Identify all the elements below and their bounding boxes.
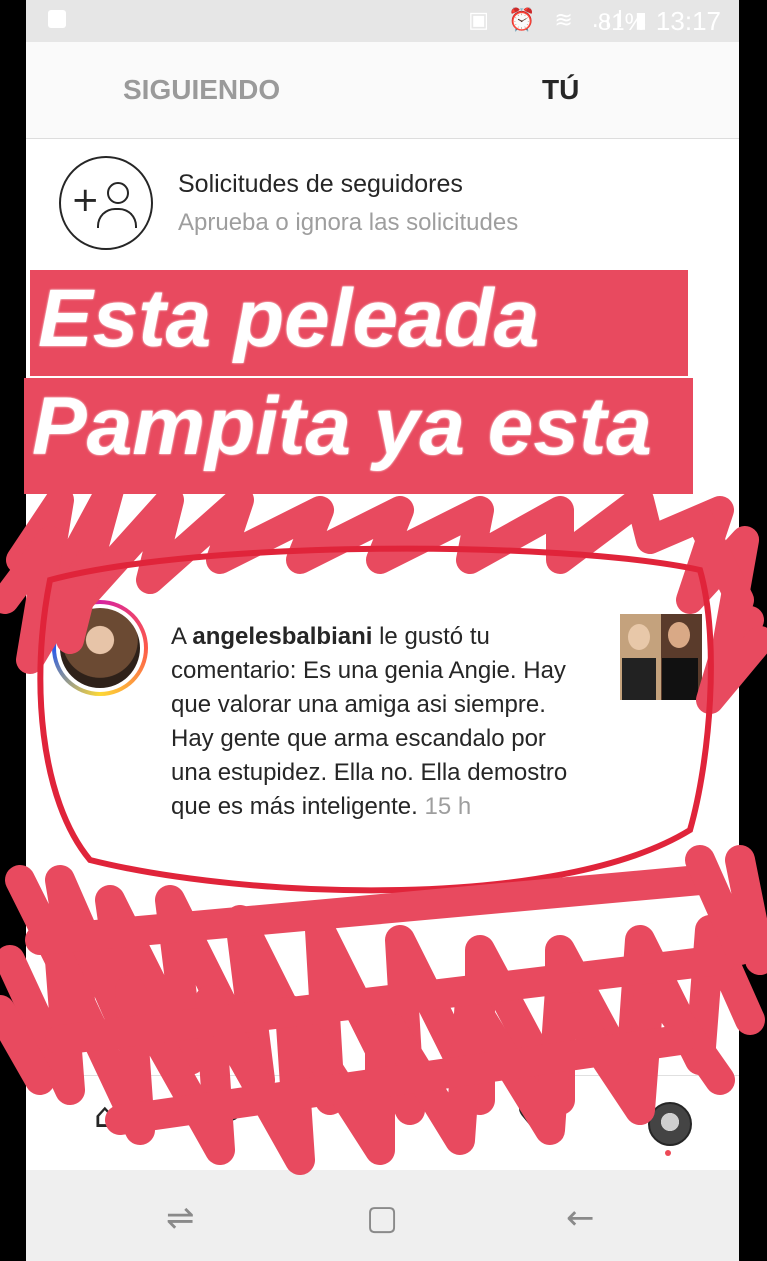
notification-prefix: A <box>171 623 186 650</box>
notification-username[interactable]: angelesbalbiani <box>192 623 372 650</box>
instagram-activity-screen: ▣ ⏰ ≋ .ıl ▮ 81% 13:17 SIGUIENDO TÚ + Soli… <box>26 0 739 1261</box>
follow-requests-subtitle: Aprueba o ignora las solicitudes <box>178 209 519 236</box>
status-bar: ▣ ⏰ ≋ .ıl ▮ 81% 13:17 <box>26 0 739 42</box>
recent-apps-icon[interactable]: ⇌ <box>166 1198 195 1238</box>
thumbnail-figure-2 <box>662 658 698 700</box>
thumbnail-face-1 <box>628 624 650 650</box>
notification-time: 15 h <box>424 793 472 820</box>
notification-message: le gustó tu comentario: Es una genia Ang… <box>171 623 568 820</box>
plus-glyph: + <box>71 180 100 220</box>
post-thumbnail[interactable] <box>620 614 702 700</box>
activity-tabs: SIGUIENDO TÚ <box>26 42 739 179</box>
like-notification[interactable]: A angelesbalbiani le gustó tu comentario… <box>26 590 739 850</box>
search-icon[interactable]: ⚲ <box>218 1096 243 1136</box>
thumbnail-face-2 <box>668 622 690 648</box>
system-navigation-bar: ⇌ ▢ ← <box>26 1170 739 1261</box>
avatar-inner <box>56 604 144 692</box>
heart-icon[interactable]: ♥ <box>516 1096 546 1136</box>
add-person-icon: + <box>59 156 153 250</box>
person-head-shape <box>107 182 129 204</box>
battery-percent: 81% <box>597 9 646 36</box>
person-body-shape <box>97 208 137 228</box>
thumbnail-figure-1 <box>622 658 656 700</box>
add-post-icon[interactable]: ⊞ <box>366 1096 395 1136</box>
follow-requests-row[interactable]: + Solicitudes de seguidores Aprueba o ig… <box>26 140 739 270</box>
profile-avatar-icon[interactable] <box>648 1102 692 1146</box>
home-icon[interactable]: ⌂ <box>94 1096 116 1136</box>
bottom-navigation: ⌂ ⚲ ⊞ ♥ <box>26 1075 739 1171</box>
back-icon[interactable]: ← <box>566 1198 595 1238</box>
notification-icon <box>48 10 66 28</box>
follow-requests-title: Solicitudes de seguidores <box>178 170 463 198</box>
avatar[interactable] <box>52 600 148 696</box>
tab-following[interactable]: SIGUIENDO <box>123 74 280 106</box>
notification-text: A angelesbalbiani le gustó tu comentario… <box>171 620 591 824</box>
avatar-photo <box>60 608 140 688</box>
time: 13:17 <box>655 6 721 36</box>
clock: 81% 13:17 <box>598 6 721 37</box>
tab-you[interactable]: TÚ <box>542 74 579 106</box>
overlay-caption-line-1: Esta peleada con <box>30 270 688 462</box>
overlay-caption-line-2: Pampita ya esta <box>24 378 693 494</box>
home-button-icon[interactable]: ▢ <box>366 1198 398 1238</box>
notification-dot <box>665 1150 671 1156</box>
